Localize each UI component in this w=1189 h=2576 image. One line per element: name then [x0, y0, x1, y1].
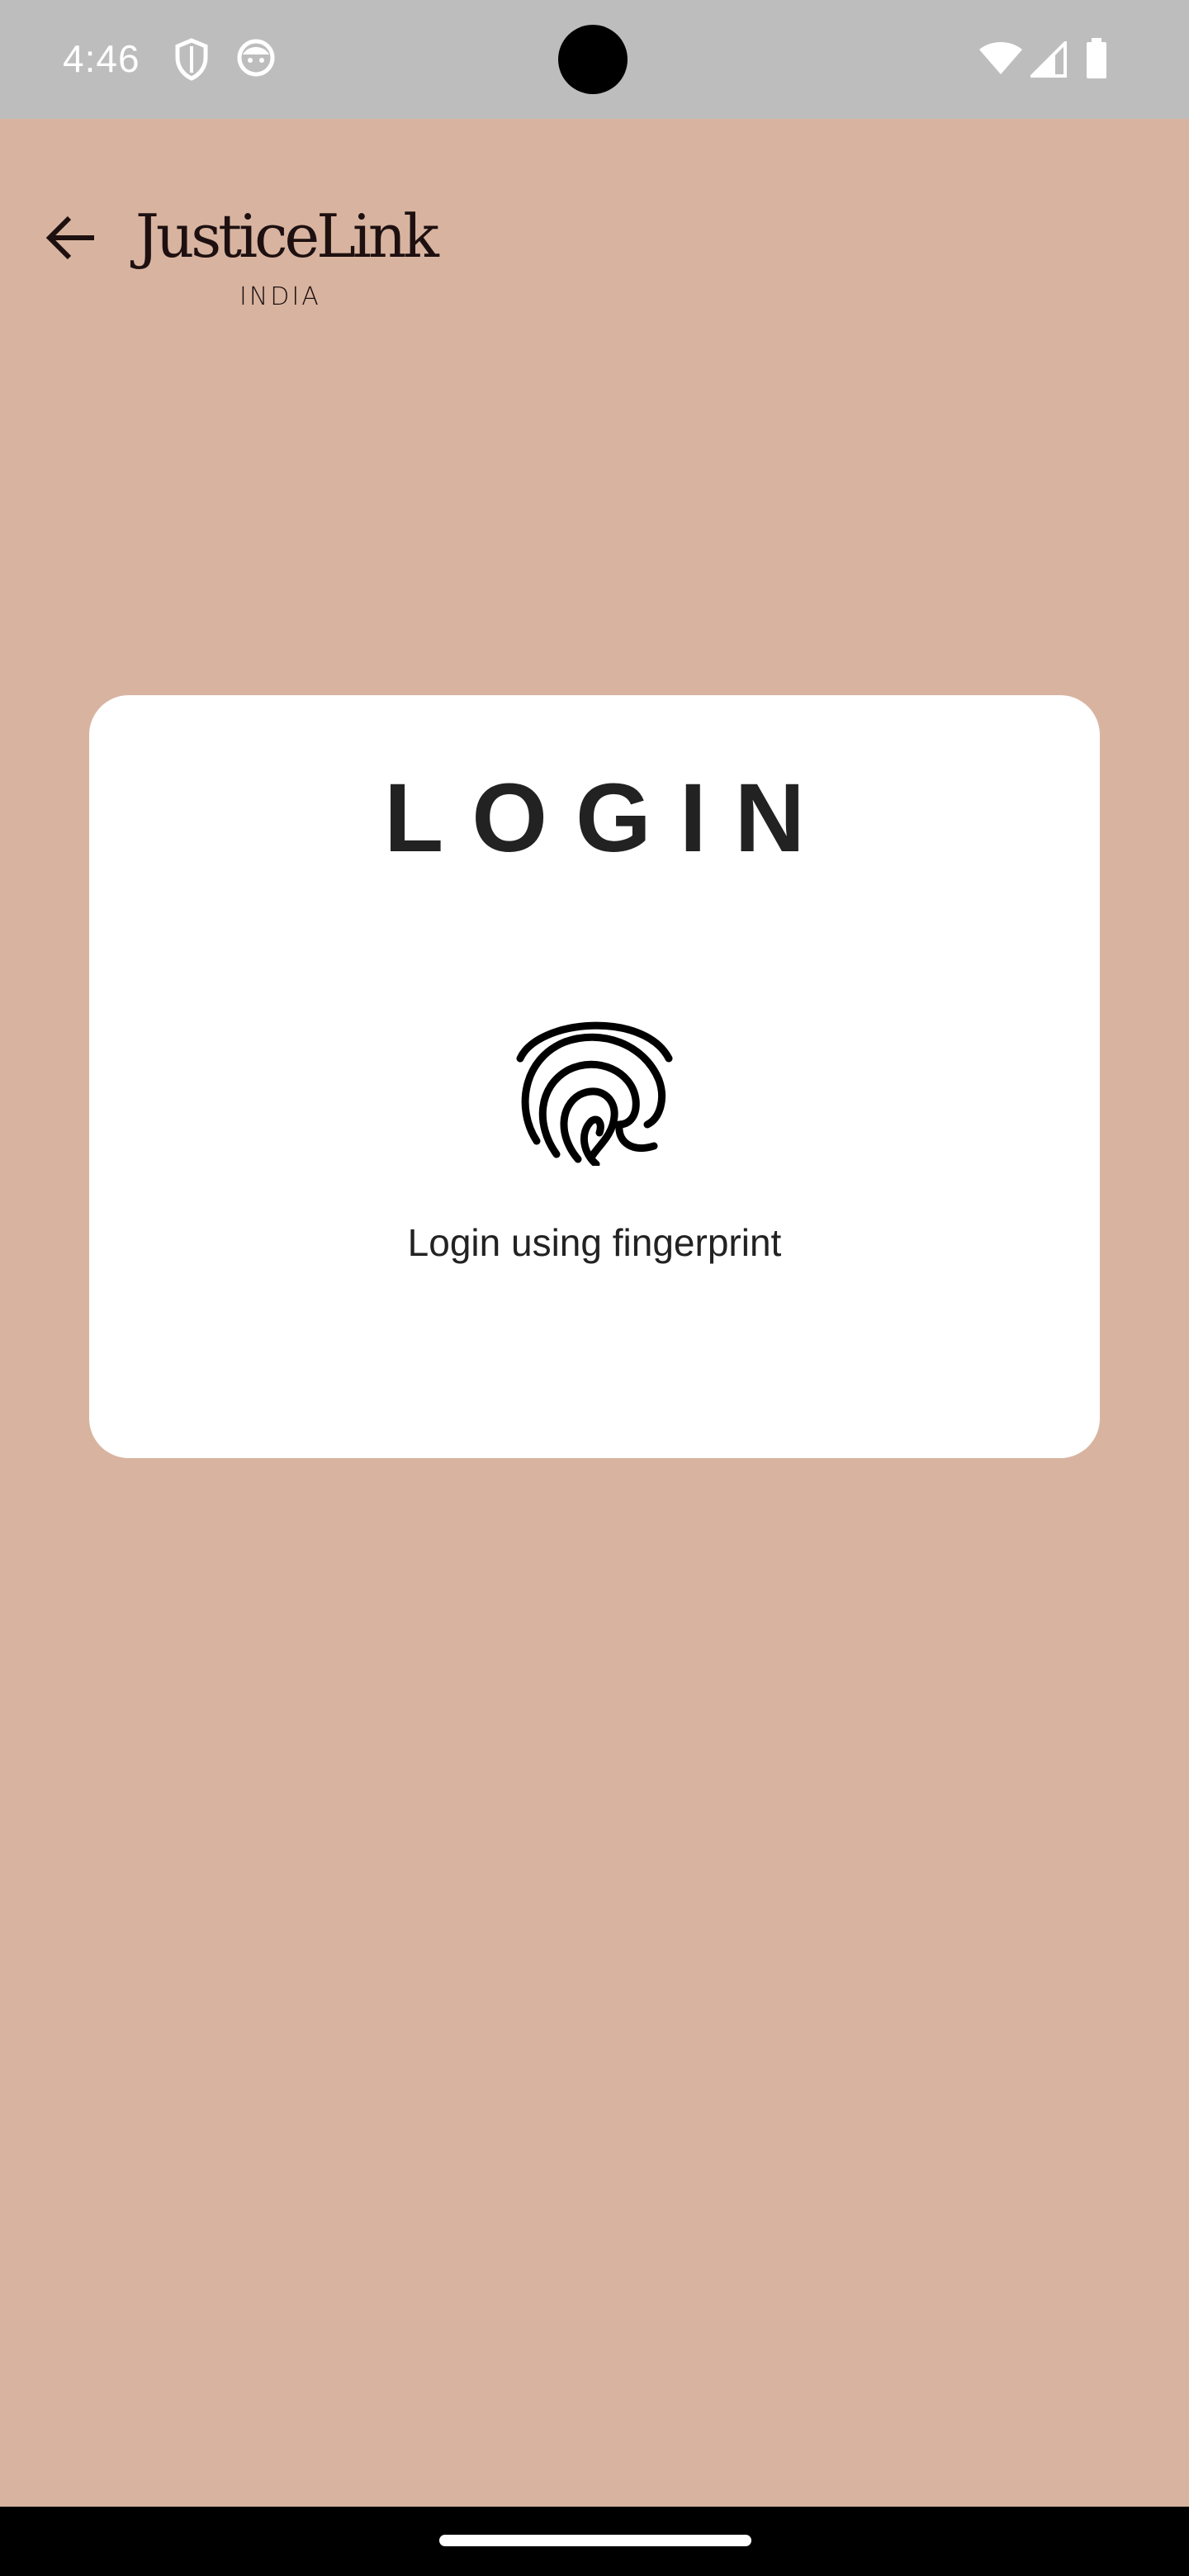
logo-sub-text: INDIA	[239, 282, 321, 311]
app-logo: JusticeLink INDIA	[135, 201, 439, 314]
fingerprint-icon	[516, 1021, 673, 1168]
fingerprint-label: Login using fingerprint	[407, 1221, 782, 1264]
status-time: 4:46	[63, 37, 140, 80]
fingerprint-button[interactable]	[512, 1001, 677, 1168]
home-gesture-handle[interactable]	[439, 2535, 751, 2546]
back-button[interactable]	[33, 201, 109, 277]
logo-main-text: JusticeLink	[135, 201, 439, 271]
front-camera	[558, 25, 628, 94]
wifi-icon	[978, 40, 1024, 80]
signal-icon	[1028, 39, 1067, 82]
battery-icon	[1085, 38, 1108, 83]
shield-icon	[173, 38, 210, 85]
login-card: LOGIN Login using fingerprint	[89, 695, 1100, 1458]
face-icon	[236, 38, 276, 82]
login-screen: 4:46 JusticeLink INDIA LOGIN Login using…	[0, 0, 1189, 2576]
arrow-back-icon	[45, 213, 97, 267]
status-bar: 4:46	[0, 0, 1189, 119]
login-title: LOGIN	[384, 764, 833, 873]
